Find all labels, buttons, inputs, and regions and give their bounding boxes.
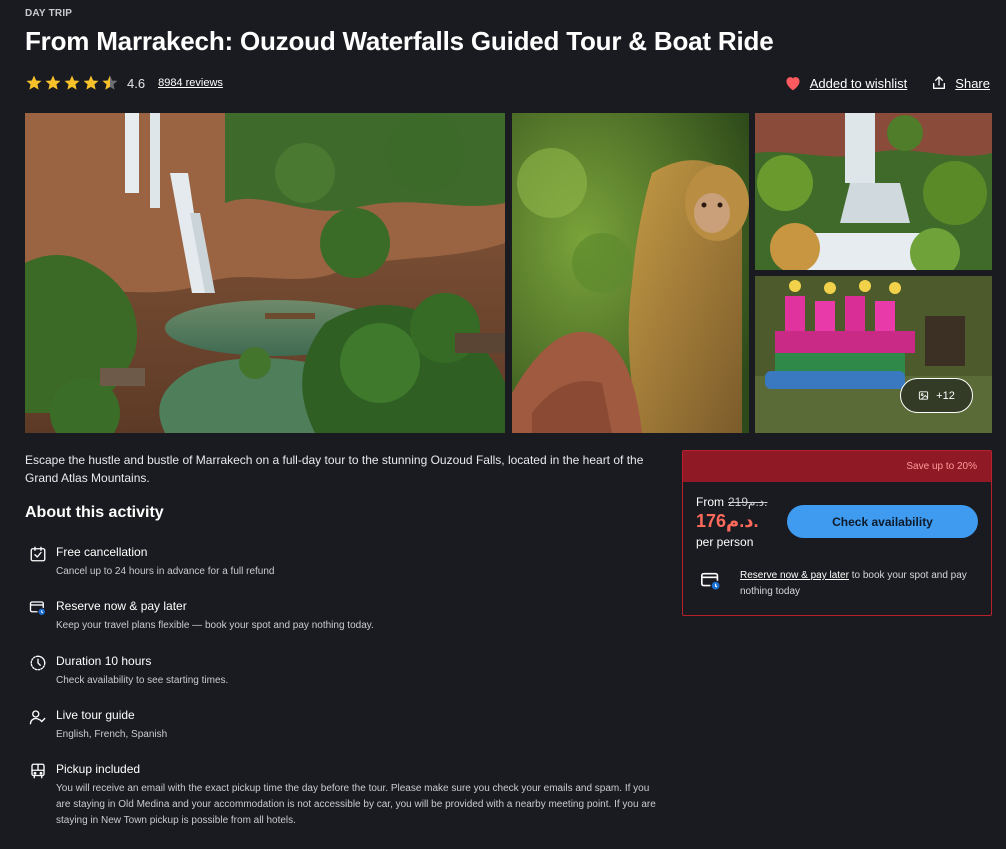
waterfall-canyon-image: [25, 113, 505, 433]
star-icon: [45, 75, 61, 90]
reserve-pay-later-icon: [701, 572, 721, 591]
rating-row: 4.6 8984 reviews: [25, 72, 223, 94]
guide-icon: [29, 710, 46, 725]
check-availability-button[interactable]: Check availability: [787, 505, 978, 538]
calendar-check-icon: [30, 546, 46, 562]
feature-free-cancellation: Free cancellation Cancel up to 24 hours …: [25, 545, 675, 581]
share-icon: [933, 76, 946, 89]
star-icon: [83, 75, 99, 90]
feature-live-guide: Live tour guide English, French, Spanish: [25, 708, 675, 744]
gallery-image-cascade[interactable]: [755, 113, 992, 270]
feature-duration: Duration 10 hours Check availability to …: [25, 654, 675, 690]
about-title: About this activity: [25, 504, 164, 521]
from-line: From 219د.م.: [696, 495, 767, 509]
image-icon: [919, 391, 929, 400]
old-price: 219د.م.: [728, 495, 768, 509]
reserve-link[interactable]: Reserve now & pay later: [740, 570, 849, 581]
barbary-macaque-image: [512, 113, 749, 433]
rating-value: 4.6: [127, 75, 146, 91]
share-button[interactable]: Share: [931, 75, 990, 91]
wishlist-label: Added to wishlist: [809, 75, 908, 91]
feature-title: Free cancellation: [56, 545, 148, 559]
save-banner: Save up to 20%: [683, 451, 991, 482]
feature-title: Reserve now & pay later: [56, 599, 187, 613]
feature-title: Duration 10 hours: [56, 654, 152, 668]
feature-title: Live tour guide: [56, 708, 135, 722]
page-title: From Marrakech: Ouzoud Waterfalls Guided…: [25, 26, 774, 56]
feature-desc: English, French, Spanish: [56, 729, 168, 740]
half-star-icon: [102, 75, 118, 90]
gallery-image-main[interactable]: [25, 113, 505, 433]
booking-card: Save up to 20% From 219د.م. 176د.م. per …: [682, 450, 992, 616]
reviews-link[interactable]: 8984 reviews: [158, 77, 223, 89]
photo-gallery: [25, 113, 992, 433]
activity-description: Escape the hustle and bustle of Marrakec…: [25, 453, 644, 485]
feature-pickup: Pickup included You will receive an emai…: [25, 762, 675, 832]
bus-icon: [31, 763, 45, 779]
wishlist-button[interactable]: Added to wishlist: [784, 75, 908, 91]
feature-reserve-pay-later: Reserve now & pay later Keep your travel…: [25, 599, 675, 635]
feature-desc: Cancel up to 24 hours in advance for a f…: [56, 566, 275, 577]
share-label: Share: [955, 75, 990, 91]
header-actions: Added to wishlist Share: [784, 72, 990, 94]
save-label: Save up to 20%: [906, 461, 977, 472]
cascade-pools-image: [755, 113, 992, 270]
reserve-text: Reserve now & pay later to book your spo…: [740, 568, 980, 600]
from-label: From: [696, 495, 724, 509]
price-block: From 219د.م. 176د.م. per person: [696, 495, 767, 549]
per-person-label: per person: [696, 535, 754, 549]
reserve-pay-later-icon: [29, 601, 47, 617]
current-price: 176د.م.: [696, 511, 759, 531]
heart-icon: [786, 77, 800, 91]
star-icon: [64, 75, 80, 90]
star-icon: [26, 75, 42, 90]
more-photos-label: +12: [936, 389, 955, 402]
clock-icon: [30, 655, 46, 671]
feature-desc: Check availability to see starting times…: [56, 675, 229, 686]
feature-desc: Keep your travel plans flexible — book y…: [56, 620, 374, 631]
feature-desc: You will receive an email with the exact…: [56, 783, 656, 826]
rating-stars: [25, 74, 119, 92]
gallery-image-macaque[interactable]: [512, 113, 749, 433]
more-photos-button[interactable]: +12: [900, 378, 973, 413]
feature-title: Pickup included: [56, 762, 141, 776]
category-label: DAY TRIP: [25, 8, 73, 19]
